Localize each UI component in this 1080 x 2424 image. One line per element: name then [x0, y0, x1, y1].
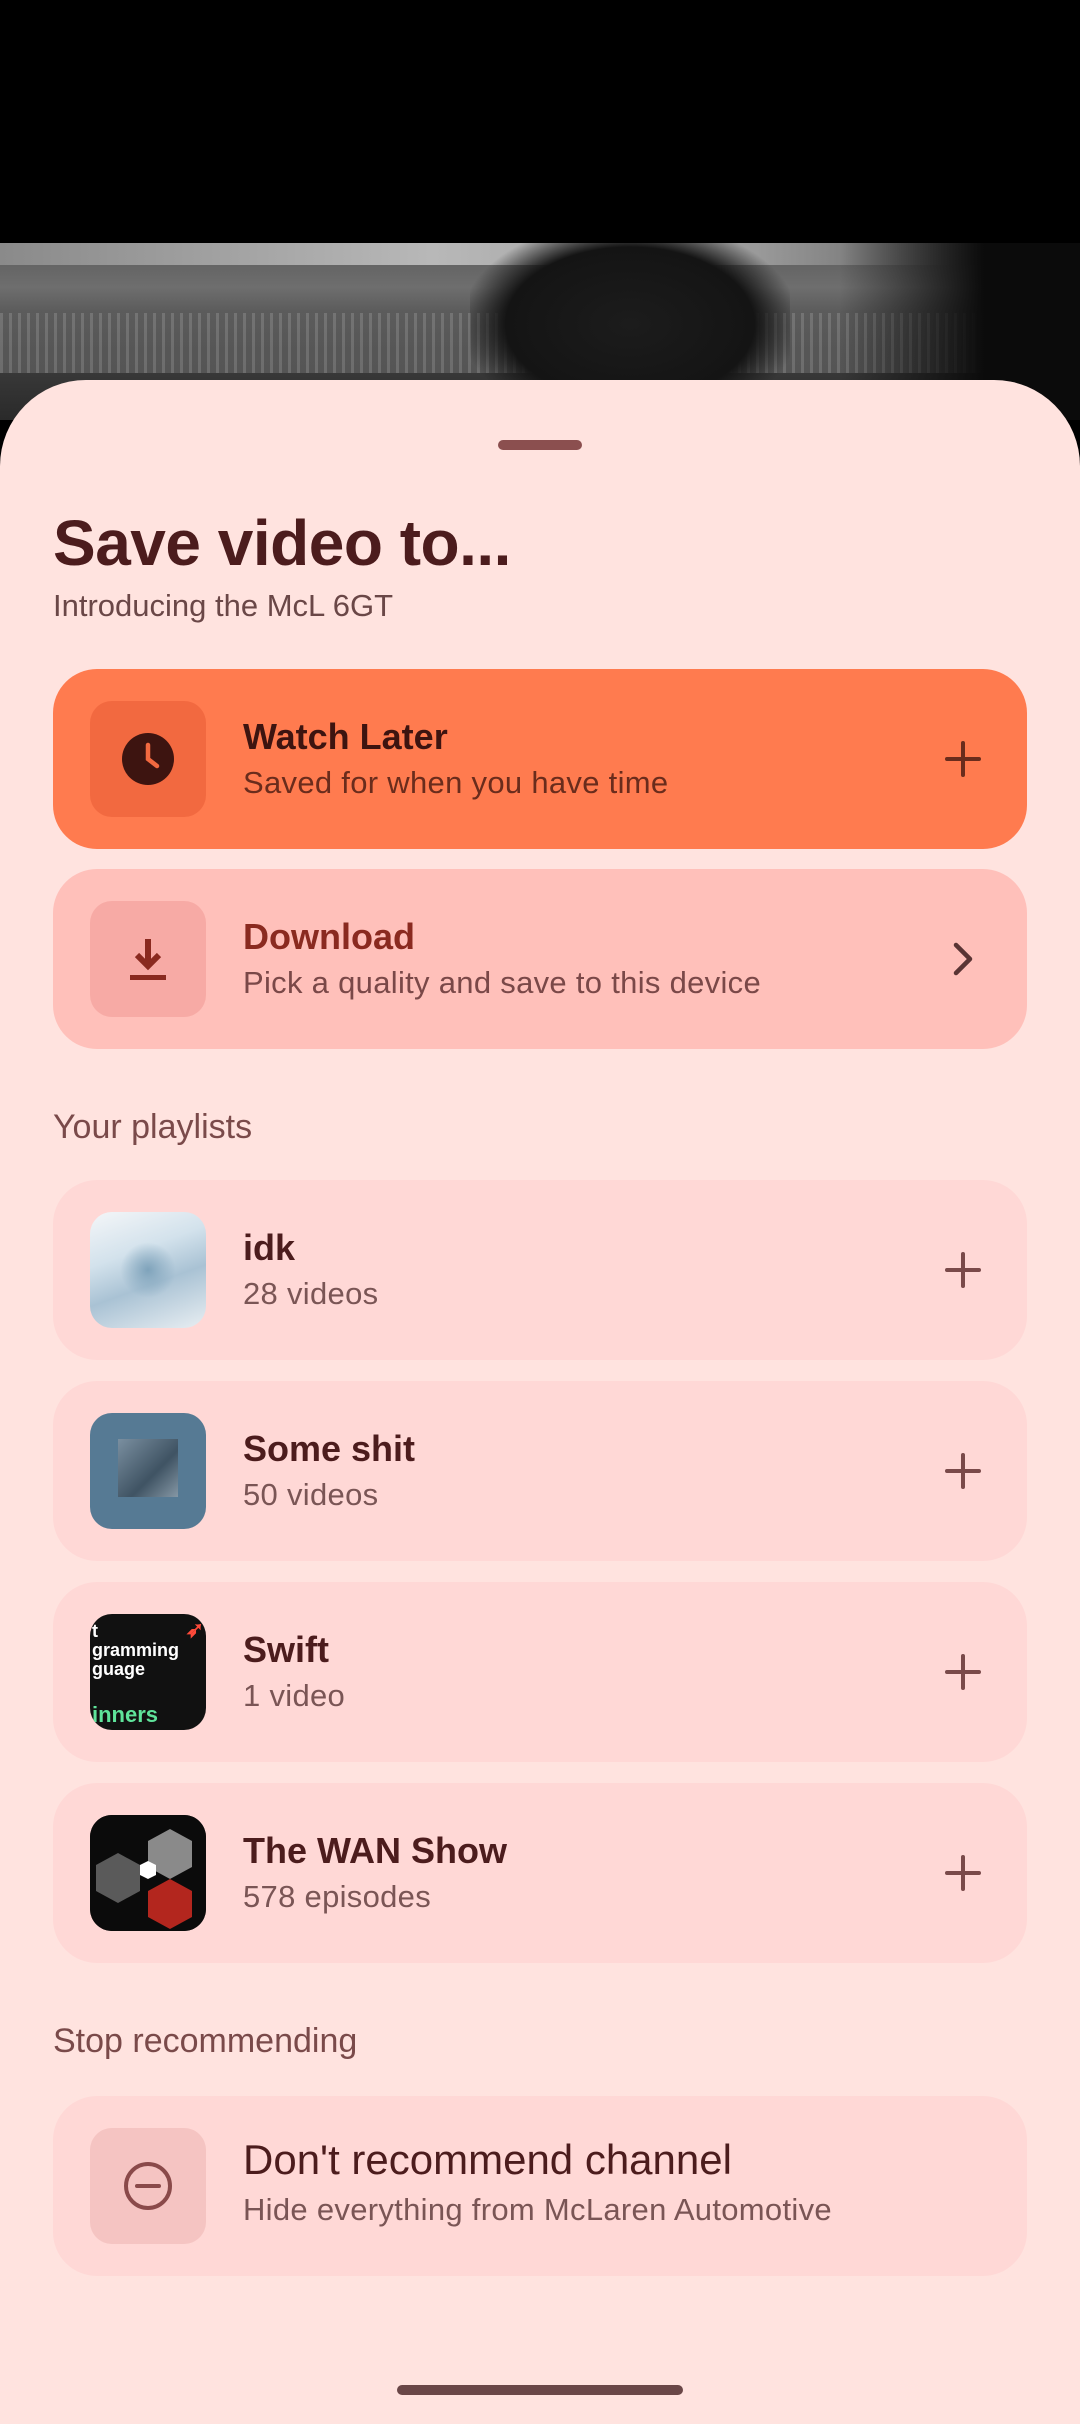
playlist-thumbnail — [90, 1413, 206, 1529]
playlist-thumbnail — [90, 1212, 206, 1328]
playlist-count: 578 episodes — [243, 1879, 432, 1914]
option-label: Don't recommend channel — [243, 2136, 732, 2183]
clock-icon — [90, 701, 206, 817]
playlist-thumbnail: t gramming guage ➶ inners — [90, 1614, 206, 1730]
minus-circle-icon — [90, 2128, 206, 2244]
plus-icon[interactable] — [929, 725, 997, 793]
playlist-name: idk — [243, 1227, 296, 1268]
plus-icon[interactable] — [929, 1236, 997, 1304]
download-option[interactable]: Download Pick a quality and save to this… — [53, 869, 1027, 1049]
playlist-name: Some shit — [243, 1428, 416, 1469]
swift-bird-icon: ➶ — [185, 1617, 204, 1642]
dont-recommend-channel-option[interactable]: Don't recommend channel Hide everything … — [53, 2096, 1027, 2276]
chevron-right-icon[interactable] — [929, 925, 997, 993]
option-description: Pick a quality and save to this device — [243, 965, 762, 1000]
playlist-count: 28 videos — [243, 1276, 379, 1311]
home-gesture-bar[interactable] — [397, 2385, 683, 2395]
sheet-title: Save video to... — [53, 507, 511, 579]
video-title: Introducing the McL 6GT — [53, 588, 394, 623]
drag-handle[interactable] — [498, 440, 582, 450]
option-label: Watch Later — [243, 716, 448, 757]
plus-icon[interactable] — [929, 1839, 997, 1907]
save-video-bottom-sheet: Save video to... Introducing the McL 6GT… — [0, 380, 1080, 2424]
playlist-count: 50 videos — [243, 1477, 379, 1512]
option-label: Download — [243, 916, 415, 957]
playlist-item-wan-show[interactable]: The WAN Show 578 episodes — [53, 1783, 1027, 1963]
option-description: Saved for when you have time — [243, 765, 669, 800]
playlist-item-swift[interactable]: t gramming guage ➶ inners Swift 1 video — [53, 1582, 1027, 1762]
playlist-item-idk[interactable]: idk 28 videos — [53, 1180, 1027, 1360]
playlists-section-header: Your playlists — [53, 1108, 253, 1146]
stop-recommending-section-header: Stop recommending — [53, 2022, 358, 2060]
playlist-thumbnail — [90, 1815, 206, 1931]
video-player-area — [0, 0, 1080, 420]
plus-icon[interactable] — [929, 1638, 997, 1706]
watch-later-option[interactable]: Watch Later Saved for when you have time — [53, 669, 1027, 849]
plus-icon[interactable] — [929, 1437, 997, 1505]
download-icon — [90, 901, 206, 1017]
playlist-name: Swift — [243, 1629, 329, 1670]
playlist-count: 1 video — [243, 1678, 346, 1713]
playlist-name: The WAN Show — [243, 1830, 507, 1871]
option-description: Hide everything from McLaren Automotive — [243, 2192, 832, 2227]
playlist-item-some-shit[interactable]: Some shit 50 videos — [53, 1381, 1027, 1561]
